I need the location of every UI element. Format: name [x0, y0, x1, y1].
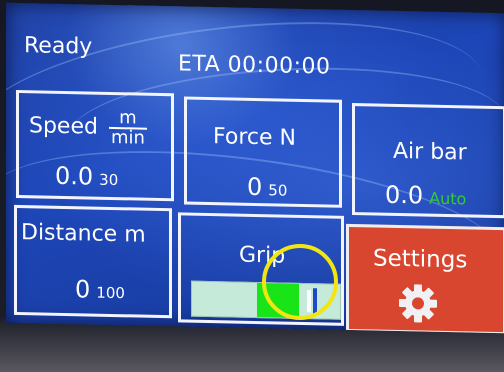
speed-unit: m min	[108, 107, 147, 149]
distance-label: Distance m	[21, 220, 146, 248]
speed-label: Speed	[29, 113, 98, 140]
airbar-label: Air bar	[393, 138, 467, 166]
airbar-mode: Auto	[429, 188, 467, 209]
distance-value: 0	[75, 275, 91, 304]
force-max: 50	[268, 181, 288, 200]
highlight-circle	[262, 244, 338, 320]
eta-readout: ETA 00:00:00	[178, 51, 331, 80]
device-bezel: Ready ETA 00:00:00 Speed m min 0.0 30 For…	[0, 0, 504, 372]
distance-value-group: 0 100	[75, 275, 125, 304]
status-text: Ready	[24, 33, 93, 60]
force-value: 0	[247, 172, 263, 202]
distance-max: 100	[96, 283, 125, 303]
force-tile[interactable]: Force N 0 50	[184, 96, 342, 208]
distance-tile[interactable]: Distance m 0 100	[14, 204, 172, 319]
airbar-tile[interactable]: Air bar 0.0 Auto	[352, 103, 504, 219]
speed-max: 30	[99, 170, 119, 190]
force-value-group: 0 50	[247, 173, 287, 202]
settings-label: Settings	[373, 245, 468, 274]
speed-unit-denominator: min	[110, 126, 145, 149]
airbar-value: 0.0	[385, 180, 424, 210]
airbar-value-group: 0.0 Auto	[385, 181, 466, 211]
force-label: Force N	[213, 124, 296, 151]
gear-icon	[397, 282, 439, 329]
touch-screen: Ready ETA 00:00:00 Speed m min 0.0 30 For…	[6, 2, 504, 334]
settings-button[interactable]: Settings	[346, 223, 504, 334]
speed-label-group: Speed m min	[29, 107, 147, 149]
speed-tile[interactable]: Speed m min 0.0 30	[16, 89, 174, 202]
speed-value: 0.0	[55, 161, 94, 191]
speed-value-group: 0.0 30	[55, 162, 118, 191]
